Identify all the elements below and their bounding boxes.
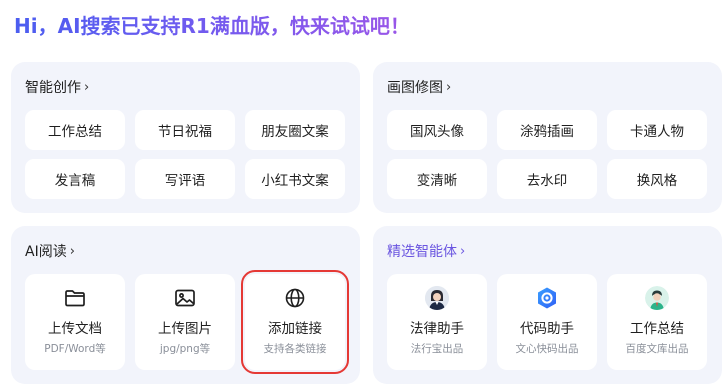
upload-image-sub: jpg/png等	[159, 343, 211, 355]
chevron-right-icon: ›	[446, 80, 452, 95]
chip-guofeng-avatar[interactable]: 国风头像	[387, 110, 487, 150]
page-headline: Hi，AI搜索已支持R1满血版，快来试试吧！	[14, 10, 410, 42]
image-edit-card-title[interactable]: 画图修图 ›	[387, 78, 451, 98]
code-assistant-label: 代码助手	[520, 321, 574, 337]
code-assistant-tile[interactable]: 代码助手 文心快码出品	[497, 274, 597, 370]
office-avatar-icon	[645, 286, 669, 310]
code-assistant-icon	[535, 286, 559, 310]
creation-card: 智能创作 › 工作总结 节日祝福 朋友圈文案 发言稿 写评语 小红书文案	[11, 62, 360, 213]
upload-image-tile[interactable]: 上传图片 jpg/png等	[135, 274, 235, 370]
work-summary-agent-label: 工作总结	[630, 321, 684, 337]
chip-sharpen[interactable]: 变清晰	[387, 159, 487, 199]
agents-title-label: 精选智能体	[387, 244, 457, 260]
chip-remove-watermark[interactable]: 去水印	[497, 159, 597, 199]
upload-document-sub: PDF/Word等	[44, 343, 106, 355]
reading-card: AI阅读 › 上传文档 PDF/Word等 上传图片 jpg/png等 添加链接…	[11, 226, 360, 384]
legal-assistant-tile[interactable]: 法律助手 法行宝出品	[387, 274, 487, 370]
upload-document-tile[interactable]: 上传文档 PDF/Word等	[25, 274, 125, 370]
reading-title-label: AI阅读	[25, 244, 67, 260]
chip-moments-copy[interactable]: 朋友圈文案	[245, 110, 345, 150]
chevron-right-icon: ›	[69, 244, 75, 259]
add-link-tile[interactable]: 添加链接 支持各类链接	[241, 270, 349, 374]
folder-icon	[63, 286, 87, 310]
chip-holiday-greetings[interactable]: 节日祝福	[135, 110, 235, 150]
chip-work-summary[interactable]: 工作总结	[25, 110, 125, 150]
chip-doodle-illustration[interactable]: 涂鸦插画	[497, 110, 597, 150]
chip-change-style[interactable]: 换风格	[607, 159, 707, 199]
chevron-right-icon: ›	[84, 80, 90, 95]
add-link-sub: 支持各类链接	[263, 343, 327, 355]
add-link-label: 添加链接	[268, 321, 322, 337]
chip-cartoon-character[interactable]: 卡通人物	[607, 110, 707, 150]
lawyer-avatar-icon	[425, 286, 449, 310]
image-edit-card: 画图修图 › 国风头像 涂鸦插画 卡通人物 变清晰 去水印 换风格	[373, 62, 722, 213]
code-assistant-sub: 文心快码出品	[515, 343, 579, 355]
legal-assistant-label: 法律助手	[410, 321, 464, 337]
chip-xiaohongshu-copy[interactable]: 小红书文案	[245, 159, 345, 199]
agents-card-title[interactable]: 精选智能体 ›	[387, 242, 465, 262]
upload-image-label: 上传图片	[158, 321, 212, 337]
chip-write-comments[interactable]: 写评语	[135, 159, 235, 199]
globe-icon	[283, 286, 307, 310]
chevron-right-icon: ›	[460, 244, 466, 259]
creation-card-title[interactable]: 智能创作 ›	[25, 78, 89, 98]
chip-speech-draft[interactable]: 发言稿	[25, 159, 125, 199]
agents-card: 精选智能体 › 法律助手 法行宝出品 代码助手 文心快码出品 工作总结 百度文库…	[373, 226, 722, 384]
work-summary-agent-tile[interactable]: 工作总结 百度文库出品	[607, 274, 707, 370]
image-icon	[173, 286, 197, 310]
creation-title-label: 智能创作	[25, 80, 81, 96]
reading-card-title[interactable]: AI阅读 ›	[25, 242, 75, 262]
legal-assistant-sub: 法行宝出品	[410, 343, 464, 355]
work-summary-agent-sub: 百度文库出品	[625, 343, 689, 355]
upload-document-label: 上传文档	[48, 321, 102, 337]
image-edit-title-label: 画图修图	[387, 80, 443, 96]
